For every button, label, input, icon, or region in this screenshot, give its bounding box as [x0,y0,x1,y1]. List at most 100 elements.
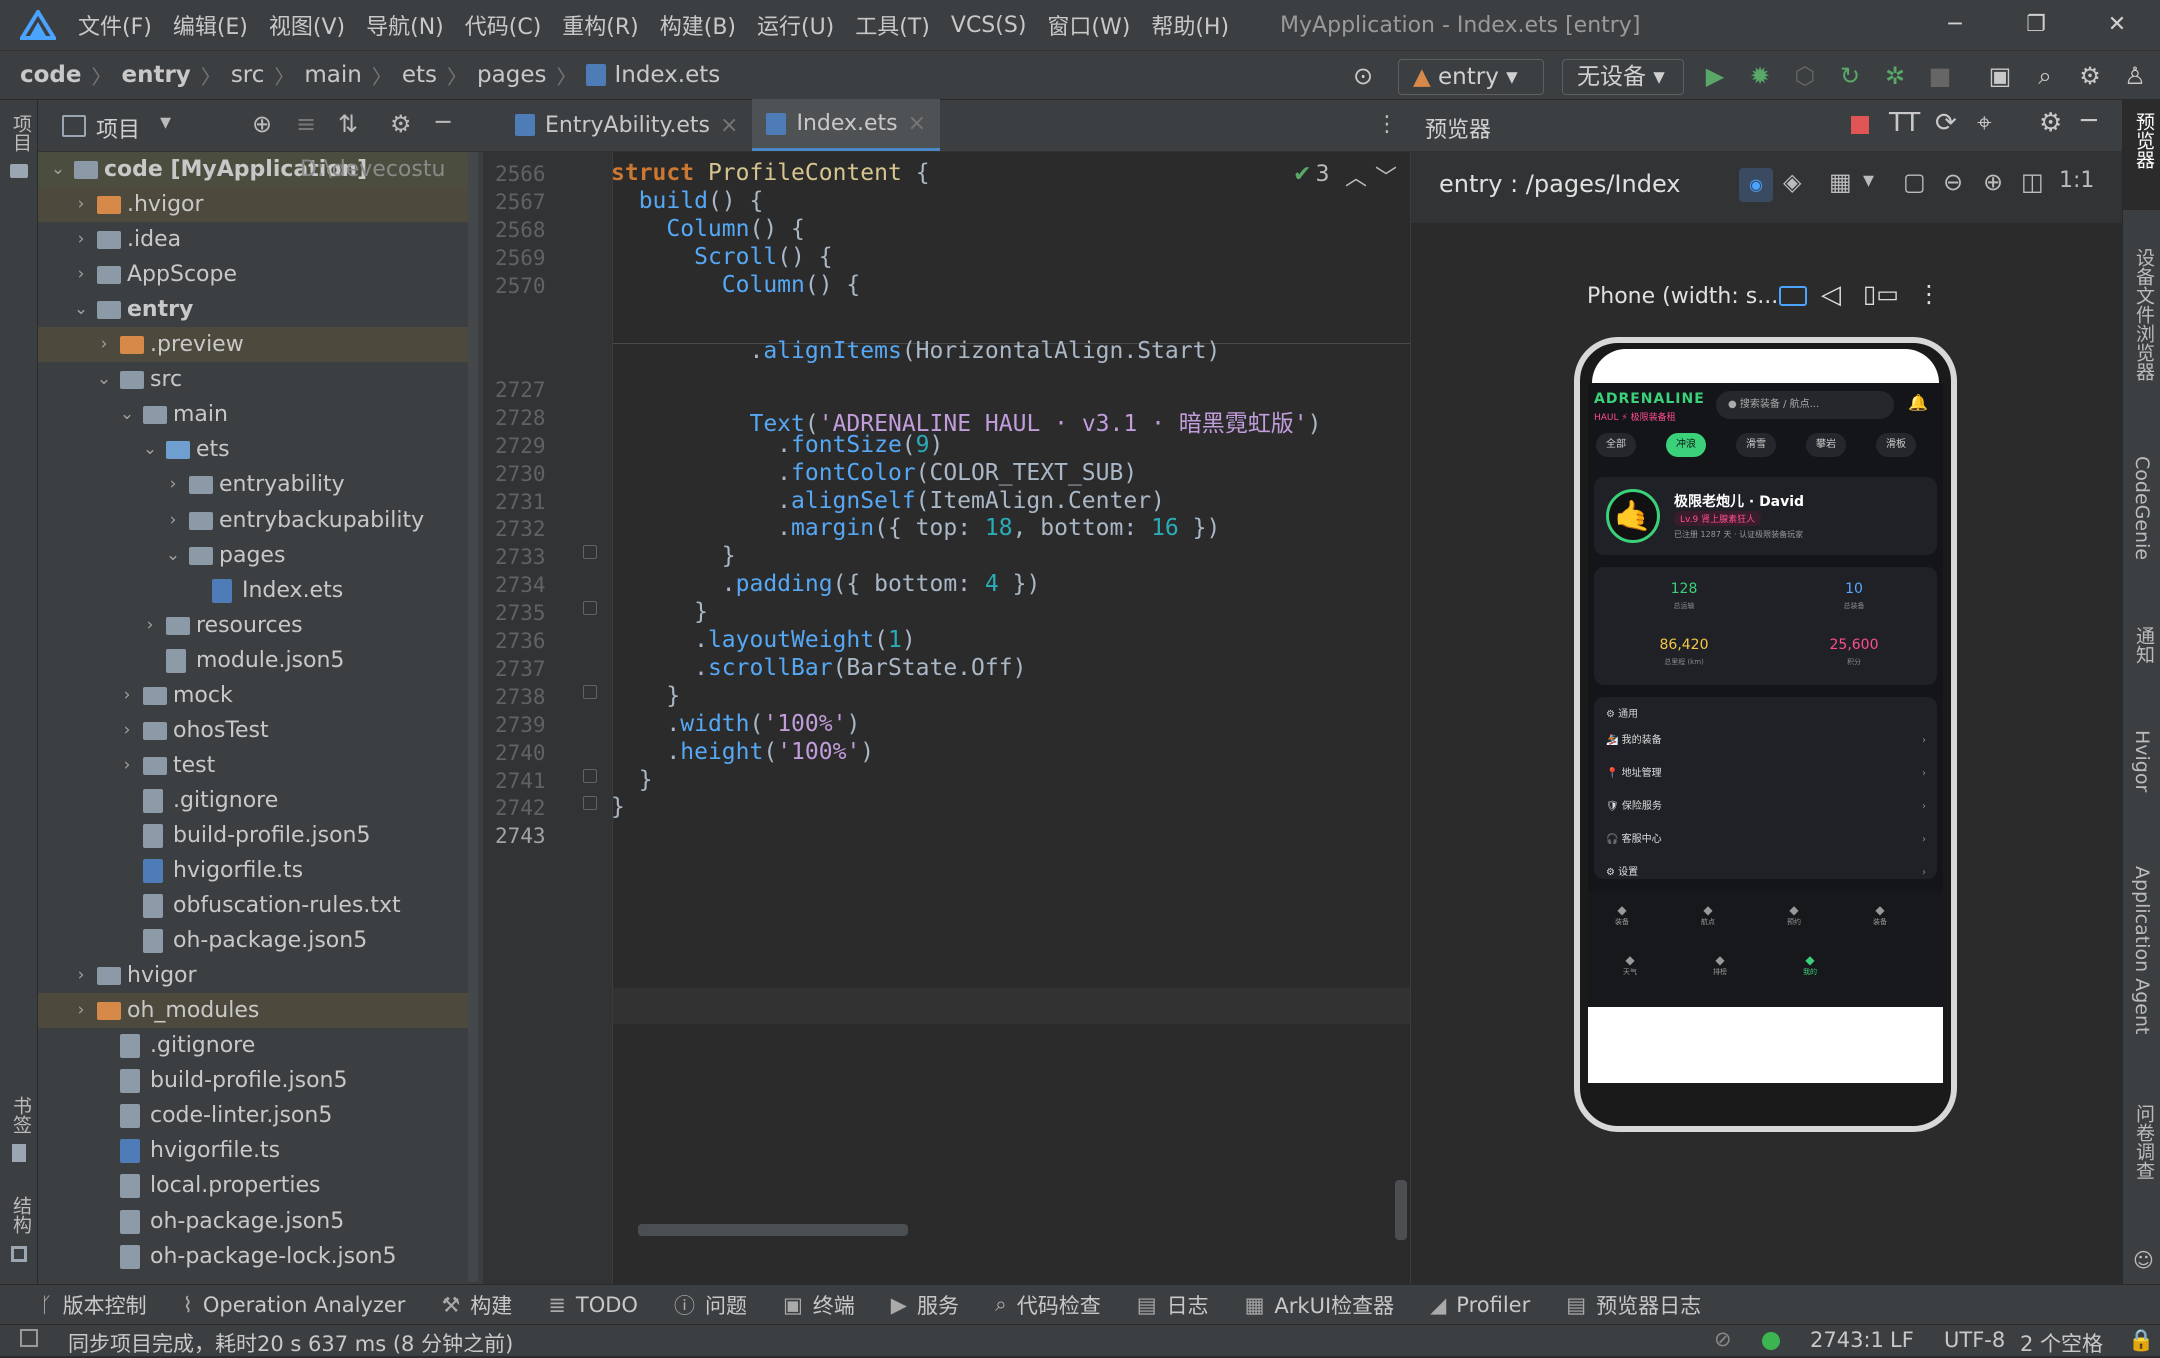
fold-marker-icon[interactable] [583,545,597,560]
chevron-right-icon[interactable]: › [117,678,137,713]
tree-item[interactable]: code-linter.json5 [38,1098,478,1133]
code-line[interactable]: .fontSize(9) [611,432,943,458]
status-message[interactable]: 同步项目完成，耗时20 s 637 ms (8 分钟之前) [68,1328,513,1358]
project-panel-title[interactable]: 项目 [96,112,140,144]
app-nav-item[interactable]: ◆ 预约 [1774,903,1814,927]
indent-setting[interactable]: 2 个空格 [2020,1328,2103,1358]
tree-item[interactable]: › ohosTest [38,713,478,748]
bottom-tool-7[interactable]: ⌕ 代码检查 [995,1290,1101,1320]
chevron-down-icon[interactable]: ⌄ [163,538,183,573]
sticky-code-line[interactable]: Scroll() { [611,244,832,270]
refresh-icon[interactable]: ⟳ [1935,108,1957,138]
bottom-tool-3[interactable]: ≣ TODO [548,1293,638,1317]
code-line[interactable]: } [611,683,680,709]
chevron-right-icon[interactable]: › [71,257,91,292]
chevron-down-icon[interactable]: ⌄ [71,292,91,327]
target-icon[interactable]: ⊙ [1348,61,1378,91]
layers-icon[interactable]: ◈ [1783,168,1801,196]
bottom-tool-2[interactable]: ⚒ 构建 [441,1290,512,1320]
app-nav-item[interactable]: ◆ 排榜 [1700,953,1740,977]
bottom-tool-9[interactable]: ▦ ArkUI检查器 [1245,1290,1395,1320]
chevron-right-icon[interactable]: › [71,993,91,1028]
chevron-right-icon[interactable]: › [71,958,91,993]
breadcrumb-ets[interactable]: ets [402,62,437,88]
sticky-code-line[interactable]: Column() { [611,216,804,242]
app-search-input[interactable]: ● 搜索装备 / 航点... [1716,391,1894,419]
pin-icon[interactable]: ⌖ [1977,108,1992,139]
menu-vcs[interactable]: VCS(S) [951,13,1027,38]
app-menu-item[interactable]: 🎧 客服中心 › [1606,828,1926,852]
app-menu-item[interactable]: ⚙ 设置 › [1606,861,1926,885]
menu-help[interactable]: 帮助(H) [1151,9,1229,41]
hvigor-tab[interactable]: Hvigor [2131,730,2153,792]
run-config-select[interactable]: ▲ entry ▾ [1398,59,1544,95]
code-line[interactable]: .layoutWeight(1) [611,627,916,653]
chevron-up-icon[interactable]: ︿ [1345,160,1367,192]
settings-icon[interactable]: ⚙ [2075,61,2105,91]
tab-index[interactable]: Index.ets × [752,99,941,151]
device-file-browser-tab[interactable]: 设备文件浏览器 [2131,248,2158,381]
tree-item[interactable]: › entryability [38,467,478,502]
account-icon[interactable]: ♙ [2120,61,2150,91]
code-line[interactable]: .height('100%') [611,739,874,765]
zoom-out-icon[interactable]: ⊖ [1943,168,1963,196]
reload-icon[interactable]: ↻ [1835,61,1865,91]
structure-tool-tab[interactable]: 结构 [8,1196,35,1234]
chevron-right-icon[interactable]: › [94,327,114,362]
close-window-button[interactable]: ✕ [2087,0,2147,50]
chevron-down-icon[interactable]: ⌄ [94,362,114,397]
fullscreen-icon[interactable]: ◫ [2021,168,2044,196]
menu-file[interactable]: 文件(F) [78,9,152,41]
tree-item[interactable]: › oh_modules [38,993,478,1029]
tree-item[interactable]: › test [38,748,478,783]
code-line[interactable]: .width('100%') [611,711,860,737]
vertical-scrollbar[interactable] [1395,1180,1407,1240]
line-separator[interactable]: LF [1890,1328,1914,1352]
more-icon[interactable]: ⋮ [1917,280,1941,308]
bottom-tool-8[interactable]: ▤ 日志 [1137,1290,1209,1320]
menu-edit[interactable]: 编辑(E) [173,9,248,41]
tree-item[interactable]: module.json5 [38,643,478,678]
menu-view[interactable]: 视图(V) [269,9,345,41]
fold-marker-icon[interactable] [583,684,597,699]
tree-item[interactable]: ⌄ main [38,397,478,432]
caret-position[interactable]: 2743:1 [1810,1328,1884,1352]
tree-item[interactable]: › hvigor [38,958,478,993]
tree-item[interactable]: › resources [38,608,478,643]
rotate-icon[interactable]: ▯▭ [1863,280,1899,308]
code-line[interactable]: .margin({ top: 18, bottom: 16 }) [611,515,1220,541]
fold-marker-icon[interactable] [583,601,597,616]
code-line[interactable]: } [611,794,625,820]
smiley-icon[interactable]: ☺ [2133,1248,2154,1272]
tree-item[interactable]: local.properties [38,1168,478,1203]
breadcrumb-entry[interactable]: entry [122,62,191,88]
codegenie-tab[interactable]: CodeGenie [2131,456,2153,560]
application-agent-tab[interactable]: Application Agent [2131,866,2153,1034]
tree-item[interactable]: build-profile.json5 [38,1063,478,1098]
grid-icon[interactable]: ▦ [1829,168,1852,196]
close-icon[interactable]: × [908,111,926,136]
code-line[interactable]: .fontColor(COLOR_TEXT_SUB) [611,460,1137,486]
tree-item[interactable]: .gitignore [38,1028,478,1063]
survey-tab[interactable]: 问卷调查 [2131,1104,2158,1180]
app-nav-item[interactable]: ◆ 装备 [1602,903,1642,927]
chevron-down-icon[interactable]: ▾ [160,110,171,135]
more-icon[interactable]: ⋮ [1376,112,1398,137]
expand-all-icon[interactable]: ≡ [296,110,316,138]
fit-icon[interactable]: ▢ [1903,168,1926,196]
app-nav-item[interactable]: ◆ 我的 [1790,953,1830,977]
tree-item[interactable]: oh-package-lock.json5 [38,1239,478,1274]
chevron-right-icon[interactable]: › [163,467,183,502]
previewer-tool-tab[interactable]: 预览器 [2131,112,2158,169]
app-menu-item[interactable]: 🛡 保险服务 › [1606,795,1926,819]
tree-item[interactable]: ⌄ code [MyApplication] D:\devecostu [38,152,478,187]
fold-marker-icon[interactable] [583,796,597,811]
tree-item[interactable]: oh-package.json5 [38,923,478,958]
tree-item[interactable]: ⌄ src [38,362,478,397]
tree-item[interactable]: .gitignore [38,783,478,818]
attach-debugger-icon[interactable]: ⬡ [1790,61,1820,91]
bottom-tool-11[interactable]: ▤ 预览器日志 [1566,1290,1701,1320]
menu-run[interactable]: 运行(U) [757,9,834,41]
tree-item[interactable]: › .hvigor [38,187,478,223]
bottom-tool-4[interactable]: ⓘ 问题 [674,1290,747,1320]
